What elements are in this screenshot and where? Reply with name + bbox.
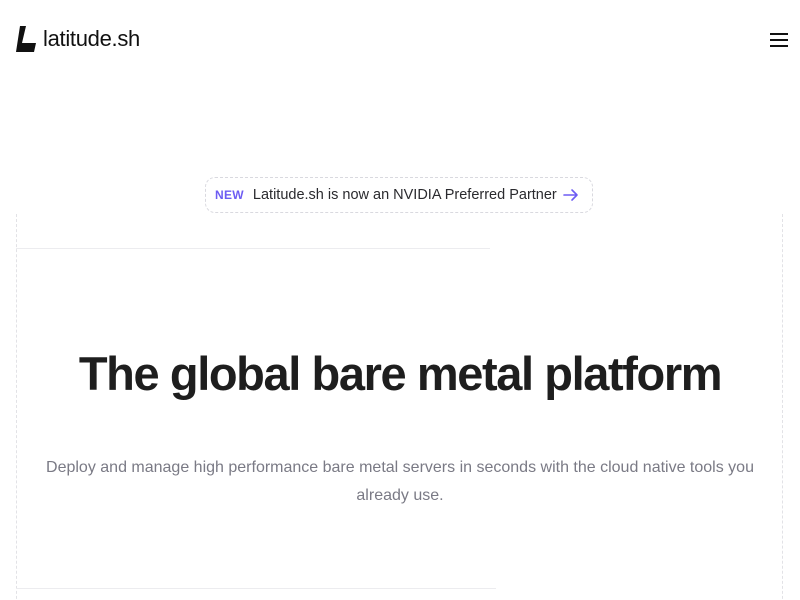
site-header: latitude.sh — [0, 0, 800, 80]
menu-button[interactable] — [769, 30, 789, 50]
hamburger-icon — [770, 33, 788, 47]
latitude-logo-icon — [16, 26, 36, 52]
hero-frame — [16, 214, 783, 600]
announcement-text: Latitude.sh is now an NVIDIA Preferred P… — [252, 187, 557, 203]
hero-title: The global bare metal platform — [78, 347, 723, 400]
logo-link[interactable]: latitude.sh — [16, 26, 140, 52]
hero-divider-top — [16, 248, 490, 249]
new-badge: NEW — [215, 188, 244, 202]
arrow-right-icon — [562, 189, 578, 201]
hero-subtitle: Deploy and manage high performance bare … — [46, 459, 754, 504]
page: latitude.sh NEW Latitude.sh is now an NV… — [0, 0, 800, 600]
logo-text: latitude.sh — [43, 26, 140, 51]
hero-divider-bottom — [16, 588, 496, 589]
announcement-banner[interactable]: NEW Latitude.sh is now an NVIDIA Preferr… — [205, 177, 593, 213]
